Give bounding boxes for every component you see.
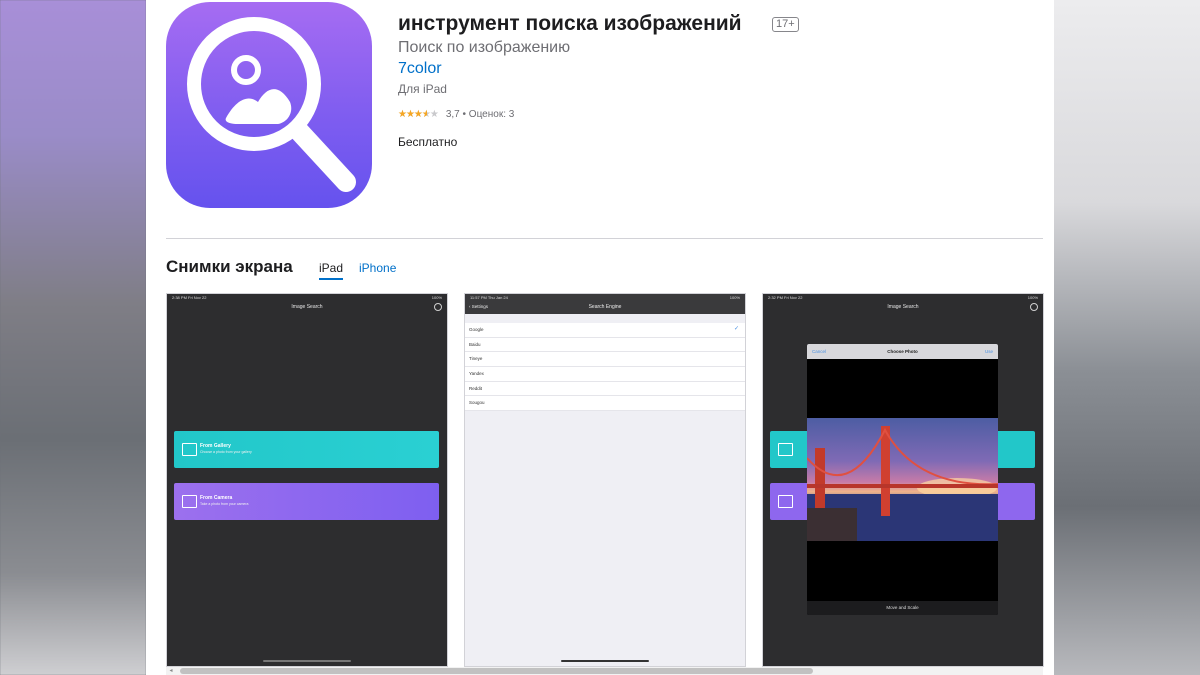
platform-label: Для iPad <box>398 82 447 96</box>
list-item: Reddit <box>465 382 745 397</box>
list-item: Sougou <box>465 396 745 412</box>
magnifier-image-icon <box>187 17 356 192</box>
engine-list: Google ✓ Baidu Tineye Yandex Reddit Sougo… <box>465 323 745 412</box>
tab-ipad[interactable]: iPad <box>319 261 344 280</box>
scroll-left-arrow-icon[interactable]: ◂ <box>166 667 176 675</box>
developer-link[interactable]: 7color <box>398 60 442 78</box>
star-rating: ★★★★★★★★★★ <box>398 109 439 120</box>
from-camera-card: From Camera Take a photo from your camer… <box>174 483 439 520</box>
bridge-illustration <box>807 426 998 541</box>
tab-iphone[interactable]: iPhone <box>359 261 396 278</box>
modal-title: Choose Photo <box>887 349 918 354</box>
screen-title: Image Search <box>291 304 323 310</box>
screenshots-heading: Снимки экрана <box>166 257 293 276</box>
home-indicator <box>561 660 649 662</box>
modal-header: Cancel Choose Photo Use <box>807 344 998 359</box>
age-rating-badge: 17+ <box>772 17 799 32</box>
list-item: Google ✓ <box>465 323 745 338</box>
gear-icon <box>1030 303 1038 311</box>
background-right <box>1054 0 1200 675</box>
price-label: Бесплатно <box>398 135 458 149</box>
checkmark-icon: ✓ <box>733 326 739 332</box>
app-title: инструмент поиска изображений <box>398 12 742 35</box>
home-indicator <box>263 660 351 662</box>
app-icon <box>166 2 372 208</box>
gear-icon <box>434 303 442 311</box>
status-bar: 2:32 PM Fri Nov 22 100% <box>768 295 1038 300</box>
background-left <box>0 0 146 675</box>
screen-title: Image Search <box>887 304 919 310</box>
image-icon <box>778 443 793 456</box>
camera-icon <box>182 495 197 508</box>
rating-row: ★★★★★★★★★★ 3,7 • Оценок: 3 <box>398 109 514 120</box>
screenshot-home[interactable]: 2:38 PM Fri Nov 22 100% Image Search Fro… <box>166 293 448 667</box>
camera-icon <box>778 495 793 508</box>
from-gallery-card: From Gallery Choose a photo from your ga… <box>174 431 439 468</box>
modal-footer: Move and Scale <box>807 601 998 615</box>
scroll-thumb[interactable] <box>180 668 813 674</box>
image-icon <box>182 443 197 456</box>
horizontal-scrollbar[interactable]: ◂ <box>166 667 1043 675</box>
choose-photo-modal: Cancel Choose Photo Use Move and Scale <box>807 344 998 615</box>
use-button: Use <box>984 349 993 354</box>
divider <box>166 238 1043 239</box>
nav-bar: 11:57 PM Thu Jan 24 100% ‹ Settings Sear… <box>465 294 745 314</box>
move-and-scale-label: Move and Scale <box>886 605 919 610</box>
rating-text: 3,7 • Оценок: 3 <box>445 109 515 120</box>
list-item: Yandex <box>465 367 745 382</box>
status-bar: 2:38 PM Fri Nov 22 100% <box>172 295 442 300</box>
list-item: Baidu <box>465 338 745 353</box>
screenshot-choose-photo[interactable]: 2:32 PM Fri Nov 22 100% Image Search Can… <box>762 293 1044 667</box>
list-item: Tineye <box>465 352 745 368</box>
golden-gate-photo <box>807 418 998 541</box>
screen-title: Search Engine <box>588 304 622 310</box>
app-store-page: инструмент поиска изображений 17+ Поиск … <box>146 0 1054 675</box>
screenshot-search-engine[interactable]: 11:57 PM Thu Jan 24 100% ‹ Settings Sear… <box>464 293 746 667</box>
app-subtitle: Поиск по изображению <box>398 39 571 56</box>
